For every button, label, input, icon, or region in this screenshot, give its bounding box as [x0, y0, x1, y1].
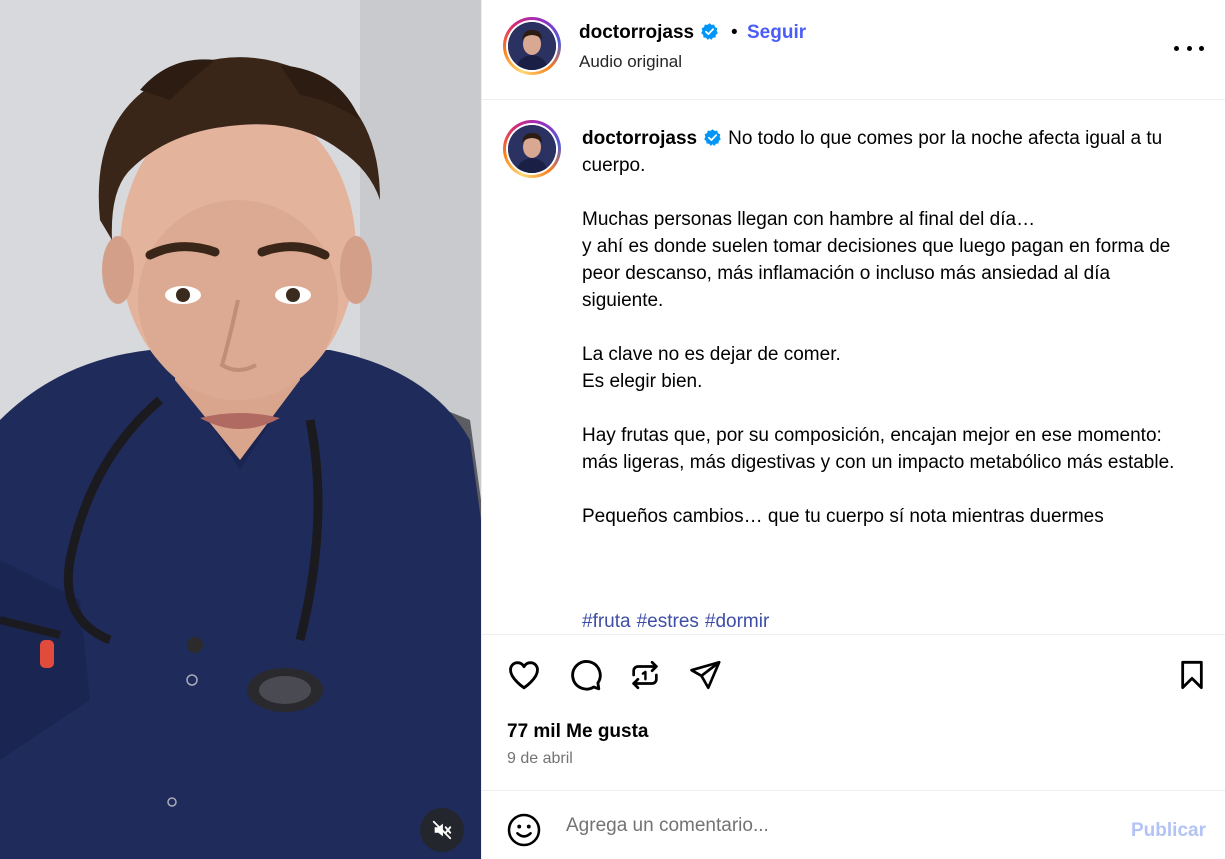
repost-icon: [632, 660, 658, 690]
comment-input[interactable]: [566, 811, 1096, 841]
post-author[interactable]: doctorrojass: [579, 22, 719, 44]
like-button[interactable]: [504, 655, 544, 695]
send-icon: [690, 660, 721, 690]
caption-section: doctorrojass No todo lo que comes por la…: [482, 101, 1225, 634]
share-button[interactable]: [685, 655, 725, 695]
caption-text-block: doctorrojass No todo lo que comes por la…: [582, 125, 1192, 530]
caption-body: No todo lo que comes por la noche afecta…: [582, 128, 1175, 527]
repost-button[interactable]: [625, 655, 665, 695]
reel-video[interactable]: [0, 0, 481, 859]
separator-dot: •: [731, 22, 738, 43]
action-bar: 77 mil Me gusta 9 de abril: [482, 634, 1225, 790]
caption-avatar[interactable]: [503, 120, 561, 178]
emoji-icon: [507, 813, 541, 847]
hashtags: #fruta #estres #dormir: [582, 611, 775, 633]
publish-button[interactable]: Publicar: [1131, 820, 1206, 842]
post-header: doctorrojass • Seguir Audio original: [482, 0, 1225, 100]
profile-picture: [508, 125, 556, 173]
follow-button[interactable]: Seguir: [747, 22, 806, 44]
hashtag-link[interactable]: #estres: [637, 611, 699, 632]
comment-button[interactable]: [565, 655, 605, 695]
verified-badge-icon: [701, 23, 718, 40]
muted-speaker-icon: [432, 820, 452, 840]
audio-label[interactable]: Audio original: [579, 52, 682, 72]
save-button[interactable]: [1172, 655, 1212, 695]
avatar[interactable]: [503, 17, 561, 75]
emoji-button[interactable]: [506, 812, 542, 853]
verified-badge-icon: [704, 129, 721, 146]
like-count[interactable]: 77 mil Me gusta: [507, 721, 649, 743]
hashtag-link[interactable]: #fruta: [582, 611, 631, 632]
comment-icon: [571, 660, 602, 691]
profile-picture: [508, 22, 556, 70]
more-options-icon[interactable]: [1174, 36, 1204, 60]
comment-form: Publicar: [482, 790, 1225, 859]
caption-username[interactable]: doctorrojass: [582, 128, 697, 149]
post-date[interactable]: 9 de abril: [507, 750, 573, 768]
heart-icon: [509, 661, 539, 690]
bookmark-icon: [1181, 660, 1203, 690]
video-frame-doctor: [0, 0, 481, 859]
username-link[interactable]: doctorrojass: [579, 22, 694, 43]
hashtag-link[interactable]: #dormir: [705, 611, 769, 632]
mute-toggle-button[interactable]: [420, 808, 464, 852]
post-panel: doctorrojass • Seguir Audio original doc…: [481, 0, 1225, 859]
